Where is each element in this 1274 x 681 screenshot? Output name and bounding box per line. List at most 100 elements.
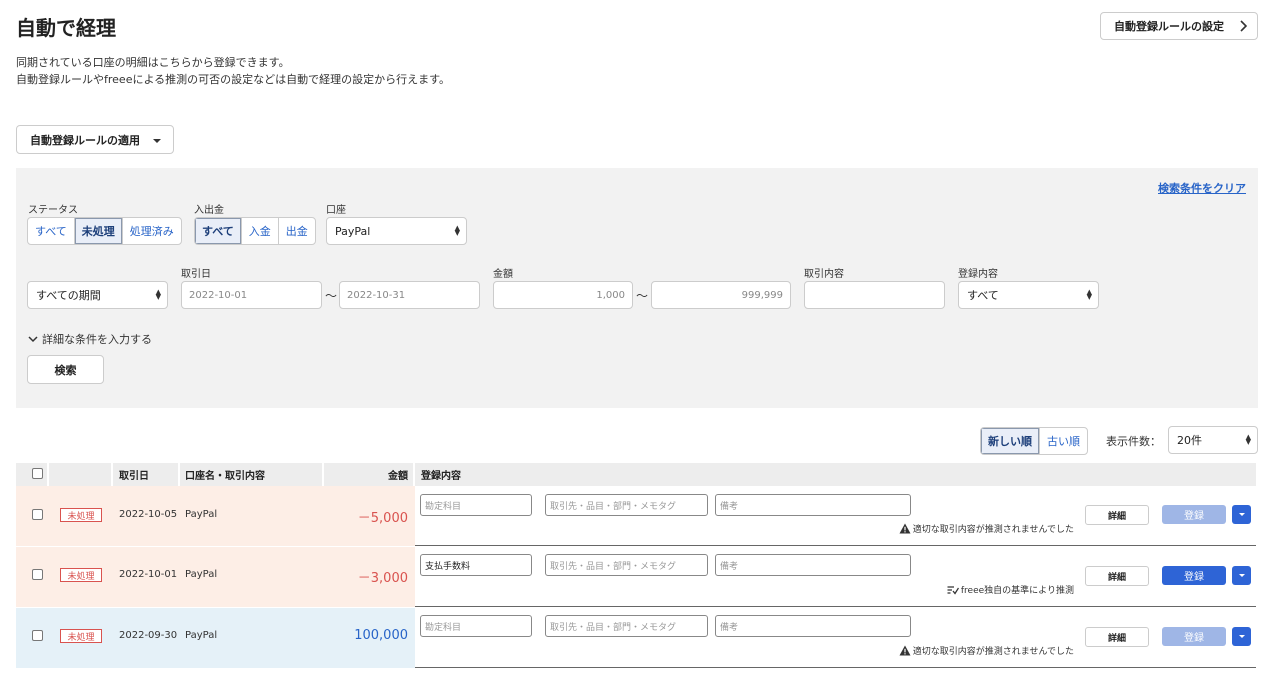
row-account: PayPal — [185, 630, 218, 641]
date-label: 取引日 — [181, 269, 211, 280]
partner-tag-input[interactable]: 取引先・品目・部門・メモタグ — [545, 494, 708, 516]
rule-check-icon — [947, 585, 959, 595]
select-all-checkbox[interactable] — [32, 468, 43, 479]
table-header: 取引日 口座名・取引内容 金額 登録内容 — [16, 463, 1256, 486]
content-label: 取引内容 — [804, 269, 844, 280]
period-select-value: すべての期間 — [36, 289, 101, 302]
status-segmented: すべて 未処理 処理済み — [27, 217, 182, 245]
detail-button[interactable]: 詳細 — [1085, 505, 1149, 525]
register-button[interactable]: 登録 — [1162, 505, 1226, 524]
direction-option-income[interactable]: 入金 — [242, 218, 279, 244]
guess-note: 適切な取引内容が推測されませんでした — [899, 522, 1074, 535]
detail-button[interactable]: 詳細 — [1085, 627, 1149, 647]
sort-segmented: 新しい順 古い順 — [980, 427, 1088, 455]
direction-label: 入出金 — [194, 205, 224, 216]
clear-filters-link[interactable]: 検索条件をクリア — [1158, 180, 1246, 196]
guess-note-text: freee独自の基準により推測 — [960, 586, 1074, 596]
row-amount: －5,000 — [357, 511, 408, 526]
account-item-input[interactable]: 支払手数料 — [420, 554, 532, 576]
memo-input[interactable]: 備考 — [715, 554, 911, 576]
row-account: PayPal — [185, 569, 218, 580]
date-from-input[interactable]: 2022-10-01 — [181, 281, 322, 309]
per-page-select[interactable]: 20件 ▲ ▼ — [1168, 426, 1258, 454]
per-page-label: 表示件数： — [1106, 435, 1161, 448]
register-options-button[interactable] — [1232, 505, 1251, 524]
date-range-tilde: 〜 — [325, 289, 338, 303]
content-input[interactable] — [804, 281, 945, 309]
row-date: 2022-10-05 — [119, 509, 178, 520]
guess-note: freee独自の基準により推測 — [947, 583, 1074, 596]
row-checkbox[interactable] — [32, 509, 43, 520]
direction-segmented: すべて 入金 出金 — [194, 217, 316, 245]
direction-option-all[interactable]: すべて — [195, 218, 242, 244]
account-label: 口座 — [326, 205, 346, 216]
page-description-line1: 同期されている口座の明細はこちらから登録できます。 — [16, 56, 290, 69]
guess-note-text: 適切な取引内容が推測されませんでした — [912, 647, 1074, 657]
direction-option-expense[interactable]: 出金 — [279, 218, 315, 244]
caret-down-icon — [1238, 635, 1245, 638]
row-checkbox[interactable] — [32, 630, 43, 641]
detail-button[interactable]: 詳細 — [1085, 566, 1149, 586]
amount-max-input[interactable]: 999,999 — [651, 281, 791, 309]
chevron-down-icon — [28, 336, 38, 343]
warning-icon — [899, 523, 911, 534]
register-options-button[interactable] — [1232, 627, 1251, 646]
status-badge: 未処理 — [60, 629, 102, 643]
amount-min-input[interactable]: 1,000 — [493, 281, 633, 309]
status-label: ステータス — [28, 205, 78, 216]
table-row: 未処理 2022-09-30 PayPal 100,000 勘定科目 取引先・品… — [16, 608, 1256, 668]
guess-note: 適切な取引内容が推測されませんでした — [899, 644, 1074, 657]
row-date: 2022-10-01 — [119, 569, 178, 580]
status-badge: 未処理 — [60, 508, 102, 522]
account-select-value: PayPal — [335, 224, 371, 238]
row-date: 2022-09-30 — [119, 630, 178, 641]
header-registration: 登録内容 — [421, 471, 461, 482]
account-select[interactable]: PayPal ▲ ▼ — [326, 217, 467, 245]
account-item-input[interactable]: 勘定科目 — [420, 615, 532, 637]
page-title: 自動で経理 — [16, 16, 116, 40]
filter-panel: 検索条件をクリア ステータス すべて 未処理 処理済み 入出金 すべて 入金 出… — [16, 168, 1258, 408]
register-button[interactable]: 登録 — [1162, 627, 1226, 646]
per-page-value: 20件 — [1177, 434, 1202, 447]
memo-input[interactable]: 備考 — [715, 494, 911, 516]
period-select[interactable]: すべての期間 ▲ ▼ — [27, 281, 168, 309]
table-row: 未処理 2022-10-01 PayPal －3,000 支払手数料 取引先・品… — [16, 547, 1256, 607]
partner-tag-input[interactable]: 取引先・品目・部門・メモタグ — [545, 615, 708, 637]
row-amount: 100,000 — [354, 628, 408, 643]
header-date: 取引日 — [119, 471, 149, 482]
registration-select[interactable]: すべて ▲ ▼ — [958, 281, 1099, 309]
register-options-button[interactable] — [1232, 566, 1251, 585]
rule-settings-button[interactable]: 自動登録ルールの設定 — [1100, 12, 1258, 40]
date-to-input[interactable]: 2022-10-31 — [339, 281, 480, 309]
status-option-processed[interactable]: 処理済み — [123, 218, 181, 244]
select-arrows-icon: ▲ ▼ — [454, 224, 460, 237]
amount-label: 金額 — [493, 269, 513, 280]
status-option-all[interactable]: すべて — [28, 218, 75, 244]
caret-down-icon — [1238, 574, 1245, 577]
select-arrows-icon: ▲ ▼ — [155, 288, 161, 301]
header-account: 口座名・取引内容 — [185, 471, 265, 482]
account-item-input[interactable]: 勘定科目 — [420, 494, 532, 516]
sort-option-newest[interactable]: 新しい順 — [981, 428, 1040, 454]
partner-tag-input[interactable]: 取引先・品目・部門・メモタグ — [545, 554, 708, 576]
header-amount: 金額 — [388, 471, 408, 482]
registration-label: 登録内容 — [958, 269, 998, 280]
status-option-unprocessed[interactable]: 未処理 — [74, 218, 123, 244]
row-checkbox[interactable] — [32, 569, 43, 580]
memo-input[interactable]: 備考 — [715, 615, 911, 637]
apply-rules-button[interactable]: 自動登録ルールの適用 — [16, 125, 174, 154]
select-arrows-icon: ▲ ▼ — [1245, 433, 1251, 446]
caret-down-icon — [1238, 513, 1245, 516]
row-amount: －3,000 — [357, 571, 408, 586]
warning-icon — [899, 645, 911, 656]
table-row: 未処理 2022-10-05 PayPal －5,000 勘定科目 取引先・品目… — [16, 486, 1256, 546]
status-badge: 未処理 — [60, 568, 102, 582]
sort-option-oldest[interactable]: 古い順 — [1040, 428, 1087, 454]
page-description-line2: 自動登録ルールやfreeeによる推測の可否の設定などは自動で経理の設定から行えま… — [16, 73, 451, 86]
search-button[interactable]: 検索 — [27, 355, 104, 384]
register-button[interactable]: 登録 — [1162, 566, 1226, 585]
advanced-conditions-label: 詳細な条件を入力する — [42, 333, 152, 346]
advanced-conditions-toggle[interactable]: 詳細な条件を入力する — [28, 331, 152, 347]
select-arrows-icon: ▲ ▼ — [1086, 288, 1092, 301]
chevron-right-icon — [1240, 20, 1247, 32]
